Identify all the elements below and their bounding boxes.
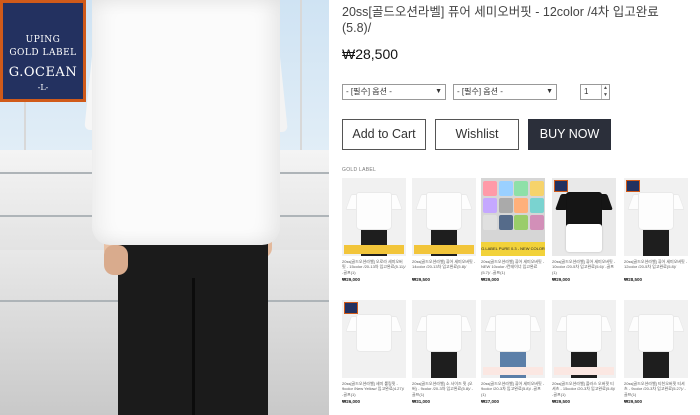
product-card[interactable]: 20ss[골드오션라벨] 소 사이즈 핏 (오버) - 9color /20-3… [412,300,476,404]
color-swatch [529,181,544,196]
product-card-title[interactable]: 20ss[골드오션라벨] 퓨어 세미오버핏 - NEW 10color /컨테이… [481,259,545,276]
model-pants [118,238,268,415]
product-card-title[interactable]: 20ss[골드오션라벨] 퓨어 세미오버핏 - 9color /20-3차 입고… [481,381,545,398]
tshirt-shape [426,314,462,352]
product-card-title[interactable]: 20ss[골드오션라벨] 소 사이즈 핏 (오버) - 9color /20-3… [412,381,476,398]
product-thumbnail[interactable] [552,178,616,256]
product-card-title[interactable]: 20ss[골드오션라벨] 퓨어 세미오버핏 - 12color /20-5차 입… [624,259,688,276]
product-card-title[interactable]: 20ss[골드오션라벨] 플러스 오버핏 티셔츠 - 15color /20-3… [552,381,616,398]
product-thumbnail[interactable] [342,300,406,378]
tshirt-shape [495,314,531,352]
product-card[interactable]: 20ss[골드오션라벨] 티친오버핏 티셔츠 - 9color /20-3차 입… [624,300,688,404]
patch-line: UPING [25,35,61,45]
product-price: ₩28,500 [342,46,399,62]
product-card-price: ₩26,000 [342,399,361,404]
product-thumbnail[interactable] [624,178,688,256]
product-card[interactable]: G.LABEL PURE 0.3 - NEW COLOR 20ss[골드오션라벨]… [481,178,545,282]
color-swatch [483,215,497,230]
product-info: 20ss[골드오션라벨] 퓨어 세미오버핏 - 12color /4차 입고완료… [342,0,700,415]
option-select-value: - [필수] 옵션 - [457,87,503,96]
promo-banner: G.LABEL PURE 0.3 - NEW COLOR [481,242,545,256]
buy-now-button[interactable]: BUY NOW [528,119,611,150]
model-pants [643,230,669,256]
product-card-title[interactable]: 20ss[골드오션라벨] 티친오버핏 티셔츠 - 9color /20-3차 입… [624,381,688,398]
product-thumbnail[interactable]: G.LABEL PURE 0.3 - NEW COLOR [481,178,545,256]
product-card-price: ₩29,000 [552,277,571,282]
product-thumbnail[interactable] [624,300,688,378]
product-card[interactable]: 20ss[골드오션라벨] 퓨어 세미오버핏 - 14color /20-13차 … [412,178,476,282]
color-swatch [514,181,528,196]
color-swatch [529,215,544,230]
product-thumbnail[interactable] [412,300,476,378]
tshirt-shape [426,192,462,230]
color-swatch [529,198,544,213]
product-card[interactable]: 20ss[골드오션라벨] 퓨어 세미오버핏 - 10color /20-5차 입… [552,178,616,282]
product-card[interactable]: 20ss[골드오션라벨] 세미 롤링핏 - 9color /New Yellow… [342,300,406,404]
patch-line: G.OCEAN [8,65,78,80]
gold-label-patch: UPING GOLD LABEL G.OCEAN -L- [0,0,86,102]
tshirt-shape [566,314,602,352]
option-select-1[interactable]: - [필수] 옵션 - ▼ [342,84,446,100]
product-card[interactable]: 20ss[골드오션라벨] 퓨어 세미오버핏 - 9color /20-3차 입고… [481,300,545,404]
product-card-price: ₩29,000 [342,277,361,282]
product-page: UPING GOLD LABEL G.OCEAN -L- 20ss[골드오션라벨… [0,0,700,415]
color-swatch [498,198,513,213]
product-hero-image: UPING GOLD LABEL G.OCEAN -L- [0,0,329,415]
size-tag-strip [483,367,543,375]
color-swatch [483,198,497,213]
product-card-price: ₩27,000 [481,399,500,404]
product-card[interactable]: 20ss[골드오션라벨] 플러스 오버핏 티셔츠 - 15color /20-3… [552,300,616,404]
yellow-tag-strip [414,245,474,254]
product-card[interactable]: 20ss[골드오션라벨] 퓨어 세미오버핏 - 12color /20-5차 입… [624,178,688,282]
dropdown-arrow-icon: ▼ [435,88,442,95]
yellow-tag-strip [344,245,404,254]
product-card[interactable]: 20ss[골드오션라벨] 오로라 세미오버핏 - 15color /20-13차… [342,178,406,282]
color-swatch [514,215,528,230]
quantity-stepper[interactable]: 1 ▲ ▼ [580,84,610,100]
color-swatch [498,181,513,196]
folded-white-tshirt [566,224,602,252]
size-tag-strip [554,367,614,375]
product-card-title[interactable]: 20ss[골드오션라벨] 퓨어 세미오버핏 - 14color /20-13차 … [412,259,476,276]
product-title: 20ss[골드오션라벨] 퓨어 세미오버핏 - 12color /4차 입고완료… [342,5,659,35]
product-thumbnail[interactable] [342,178,406,256]
patch-line: GOLD LABEL [9,48,77,58]
product-card-price: ₩29,500 [552,399,571,404]
product-thumbnail[interactable] [481,300,545,378]
add-to-cart-button[interactable]: Add to Cart [342,119,426,150]
color-swatch [483,181,497,196]
product-card-title[interactable]: 20ss[골드오션라벨] 오로라 세미오버핏 - 15color /20-13차… [342,259,406,276]
product-card-price: ₩28,500 [624,277,643,282]
product-card-title[interactable]: 20ss[골드오션라벨] 세미 롤링핏 - 9color /New Yellow… [342,381,406,398]
color-swatch [498,215,513,230]
boat-mast [300,0,302,170]
dropdown-arrow-icon: ▼ [546,88,553,95]
color-swatch [514,198,528,213]
tshirt-shape [638,192,674,230]
label-tag-icon [626,180,640,192]
label-tag-icon [344,302,358,314]
model-pants [431,352,457,378]
product-card-price: ₩29,500 [624,399,643,404]
product-card-title[interactable]: 20ss[골드오션라벨] 퓨어 세미오버핏 - 10color /20-5차 입… [552,259,616,276]
spinner-arrows-icon[interactable]: ▲ ▼ [601,85,609,99]
wishlist-button[interactable]: Wishlist [435,119,519,150]
tshirt-shape [638,314,674,352]
tshirt-shape [356,314,392,352]
product-card-price: ₩29,500 [412,277,431,282]
label-tag-icon [554,180,568,192]
product-card-price: ₩29,000 [481,277,500,282]
model-hand [104,245,128,275]
product-card-price: ₩31,000 [412,399,431,404]
patch-line: -L- [37,83,49,92]
option-select-value: - [필수] 옵션 - [346,87,392,96]
quantity-value: 1 [584,87,589,96]
product-thumbnail[interactable] [552,300,616,378]
related-section-label: GOLD LABEL [342,167,377,173]
white-tshirt [92,0,280,245]
tshirt-shape [356,192,392,230]
model-pants [643,352,669,378]
option-select-2[interactable]: - [필수] 옵션 - ▼ [453,84,557,100]
product-thumbnail[interactable] [412,178,476,256]
